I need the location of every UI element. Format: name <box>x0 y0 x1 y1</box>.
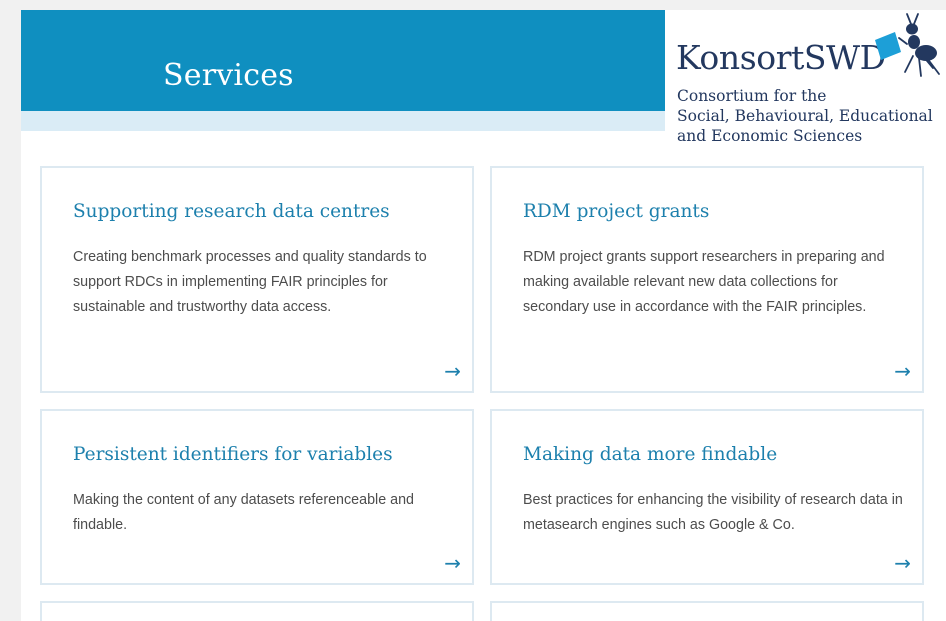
service-card-findable-data[interactable]: Making data more findable Best practices… <box>490 409 924 585</box>
service-card-supporting-rdcs[interactable]: Supporting research data centres Creatin… <box>40 166 474 393</box>
service-card-rdm-grants[interactable]: RDM project grants RDM project grants su… <box>490 166 924 393</box>
card-description: Making the content of any datasets refer… <box>73 492 414 533</box>
service-card-partial[interactable] <box>490 601 924 621</box>
logo-wordmark: KonsortSWD <box>676 38 886 77</box>
arrow-right-icon[interactable]: → <box>444 553 461 573</box>
logo-subtitle-line: Social, Behavioural, Educational <box>677 107 933 125</box>
arrow-right-icon[interactable]: → <box>894 361 911 381</box>
page-title: Services <box>163 58 294 93</box>
card-title[interactable]: Supporting research data centres <box>73 201 390 222</box>
card-description: Creating benchmark processes and quality… <box>73 249 427 315</box>
card-description: RDM project grants support researchers i… <box>523 249 885 315</box>
arrow-right-icon[interactable]: → <box>444 361 461 381</box>
konsortswd-logo[interactable]: KonsortSWD Consortium for the Social, Be… <box>665 10 946 148</box>
card-description: Best practices for enhancing the visibil… <box>523 492 903 533</box>
logo-subtitle: Consortium for the Social, Behavioural, … <box>677 86 933 146</box>
service-card-partial[interactable] <box>40 601 474 621</box>
arrow-right-icon[interactable]: → <box>894 553 911 573</box>
card-title[interactable]: Persistent identifiers for variables <box>73 444 393 465</box>
service-card-persistent-identifiers[interactable]: Persistent identifiers for variables Mak… <box>40 409 474 585</box>
card-title[interactable]: RDM project grants <box>523 201 709 222</box>
ant-icon <box>875 13 940 77</box>
card-title[interactable]: Making data more findable <box>523 444 777 465</box>
logo-subtitle-line: Consortium for the <box>677 87 827 105</box>
logo-subtitle-line: and Economic Sciences <box>677 127 863 145</box>
